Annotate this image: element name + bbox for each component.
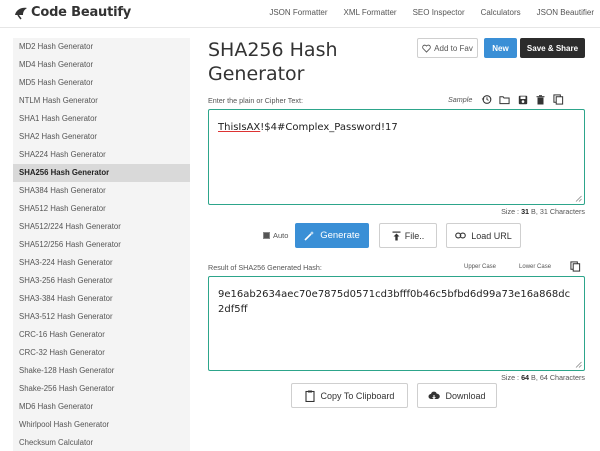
sidebar-item-sha3-224[interactable]: SHA3-224 Hash Generator [13,254,190,272]
sidebar-item-sha256[interactable]: SHA256 Hash Generator [13,164,190,182]
auto-checkbox[interactable]: Auto [263,231,288,240]
sidebar-item-ntlm[interactable]: NTLM Hash Generator [13,92,190,110]
input-textarea[interactable]: ThisIsAX!$4#Complex_Password!17 [208,109,585,205]
resize-handle-icon[interactable] [575,195,582,202]
output-size-suffix: B, 64 Characters [529,373,585,382]
checkbox-checked-icon[interactable] [263,232,270,239]
generate-label: Generate [320,230,360,241]
output-textarea[interactable]: 9e16ab2634aec70e7875d0571cd3bfff0b46c5bf… [208,276,585,371]
sidebar-item-sha3-256[interactable]: SHA3-256 Hash Generator [13,272,190,290]
sidebar-item-md4[interactable]: MD4 Hash Generator [13,56,190,74]
input-size-bytes: 31 [521,207,530,216]
copy-to-clipboard-button[interactable]: Copy To Clipboard [291,383,408,408]
input-text-underlined: ThisIsAX [218,122,261,133]
sidebar-item-sha512[interactable]: SHA512 Hash Generator [13,200,190,218]
link-icon [455,232,467,239]
page-title-line2: Generator [208,63,305,85]
sidebar-item-shake128[interactable]: Shake-128 Hash Generator [13,362,190,380]
upper-case-button[interactable]: Upper Case [464,264,496,270]
cloud-download-icon [428,391,441,399]
new-button[interactable]: New [484,38,517,58]
output-copy-icon[interactable] [569,260,582,273]
sidebar-item-shake256[interactable]: Shake-256 Hash Generator [13,380,190,398]
file-button[interactable]: File.. [379,223,437,248]
magic-wand-icon [304,231,315,241]
nav-json-formatter[interactable]: JSON Formatter [269,8,327,17]
add-to-fav-button[interactable]: Add to Fav [417,38,478,58]
save-icon[interactable] [516,93,529,106]
sidebar-item-sha3-512[interactable]: SHA3-512 Hash Generator [13,308,190,326]
sidebar-item-whirlpool[interactable]: Whirlpool Hash Generator [13,416,190,434]
trash-icon[interactable] [534,93,547,106]
file-label: File.. [404,230,425,241]
sidebar-item-checksum[interactable]: Checksum Calculator [13,434,190,451]
nav-json-beautifier[interactable]: JSON Beautifier [537,8,594,17]
auto-label: Auto [273,231,289,240]
input-size-prefix: Size : [501,207,522,216]
logo-icon [15,7,27,19]
download-button[interactable]: Download [417,383,497,408]
nav-calculators[interactable]: Calculators [481,8,521,17]
nav-seo-inspector[interactable]: SEO Inspector [413,8,465,17]
load-url-button[interactable]: Load URL [446,223,521,248]
sidebar-item-md6[interactable]: MD6 Hash Generator [13,398,190,416]
folder-icon[interactable] [498,93,511,106]
sidebar-item-sha2[interactable]: SHA2 Hash Generator [13,128,190,146]
copy-icon[interactable] [552,93,565,106]
sidebar: MD2 Hash Generator MD4 Hash Generator MD… [13,38,190,451]
input-size-suffix: B, 31 Characters [529,207,585,216]
sample-link[interactable]: Sample [448,95,472,104]
upload-icon [392,231,401,240]
page-title: SHA256 Hash Generator [208,38,338,86]
load-url-label: Load URL [471,230,512,241]
copy-label: Copy To Clipboard [320,390,395,401]
brand-logo[interactable]: Code Beautify [14,5,131,20]
sidebar-item-md2[interactable]: MD2 Hash Generator [13,38,190,56]
output-label: Result of SHA256 Generated Hash: [208,263,322,272]
input-size-info: Size : 31 B, 31 Characters [501,207,585,216]
sidebar-item-sha512-224[interactable]: SHA512/224 Hash Generator [13,218,190,236]
case-toggles: Upper Case Lower Case [464,264,551,270]
top-navbar: Code Beautify JSON Formatter XML Formatt… [0,0,600,28]
top-nav: JSON Formatter XML Formatter SEO Inspect… [253,8,594,17]
sidebar-item-sha384[interactable]: SHA384 Hash Generator [13,182,190,200]
history-icon[interactable] [480,93,493,106]
output-resize-handle-icon[interactable] [575,361,582,368]
output-size-prefix: Size : [501,373,522,382]
clipboard-icon [304,390,315,402]
sidebar-item-sha3-384[interactable]: SHA3-384 Hash Generator [13,290,190,308]
download-label: Download [445,390,486,401]
output-size-bytes: 64 [521,373,530,382]
sidebar-item-crc32[interactable]: CRC-32 Hash Generator [13,344,190,362]
sidebar-item-sha512-256[interactable]: SHA512/256 Hash Generator [13,236,190,254]
generate-button[interactable]: Generate [295,223,369,248]
sidebar-item-md5[interactable]: MD5 Hash Generator [13,74,190,92]
brand-name: Code Beautify [31,5,132,20]
output-hash-value: 9e16ab2634aec70e7875d0571cd3bfff0b46c5bf… [218,289,571,315]
input-label: Enter the plain or Cipher Text: [208,96,303,105]
heart-icon [422,44,431,53]
nav-xml-formatter[interactable]: XML Formatter [344,8,397,17]
sidebar-item-sha224[interactable]: SHA224 Hash Generator [13,146,190,164]
sidebar-item-crc16[interactable]: CRC-16 Hash Generator [13,326,190,344]
lower-case-button[interactable]: Lower Case [519,264,551,270]
add-to-fav-label: Add to Fav [434,43,473,53]
output-size-info: Size : 64 B, 64 Characters [501,373,585,382]
page-title-line1: SHA256 Hash [208,39,338,61]
input-toolbar: Sample [448,93,565,106]
save-share-button[interactable]: Save & Share [520,38,585,58]
input-text-rest: !$4#Complex_Password!17 [260,122,398,133]
sidebar-item-sha1[interactable]: SHA1 Hash Generator [13,110,190,128]
